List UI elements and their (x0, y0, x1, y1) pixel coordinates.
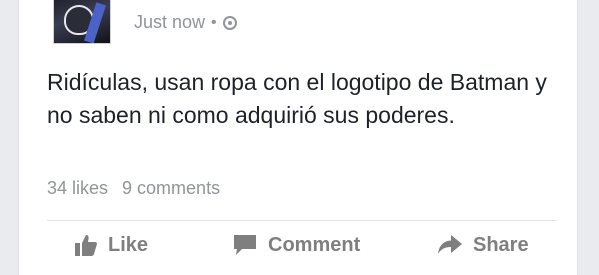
comment-icon (232, 233, 258, 257)
globe-icon[interactable] (222, 15, 237, 30)
meta-separator: • (211, 13, 217, 31)
post-timestamp[interactable]: Just now (134, 12, 205, 33)
share-arrow-icon (437, 233, 463, 257)
avatar[interactable] (53, 0, 111, 44)
divider (47, 220, 557, 221)
like-button[interactable]: Like (74, 233, 148, 257)
post-text: Ridículas, usan ropa con el logotipo de … (47, 69, 547, 128)
post-card: Just now • Ridículas, usan ropa con el l… (18, 0, 578, 275)
action-bar: Like Comment Share (19, 233, 577, 269)
like-label: Like (108, 233, 149, 256)
comments-count[interactable]: 9 comments (122, 178, 220, 199)
comment-button[interactable]: Comment (232, 233, 360, 257)
share-label: Share (473, 233, 529, 256)
post-meta: Just now • (134, 12, 237, 33)
likes-count[interactable]: 34 likes (47, 178, 108, 199)
thumbs-up-icon (74, 233, 98, 257)
comment-label: Comment (268, 233, 361, 256)
post-stats: 34 likes 9 comments (47, 178, 220, 199)
share-button[interactable]: Share (437, 233, 529, 257)
